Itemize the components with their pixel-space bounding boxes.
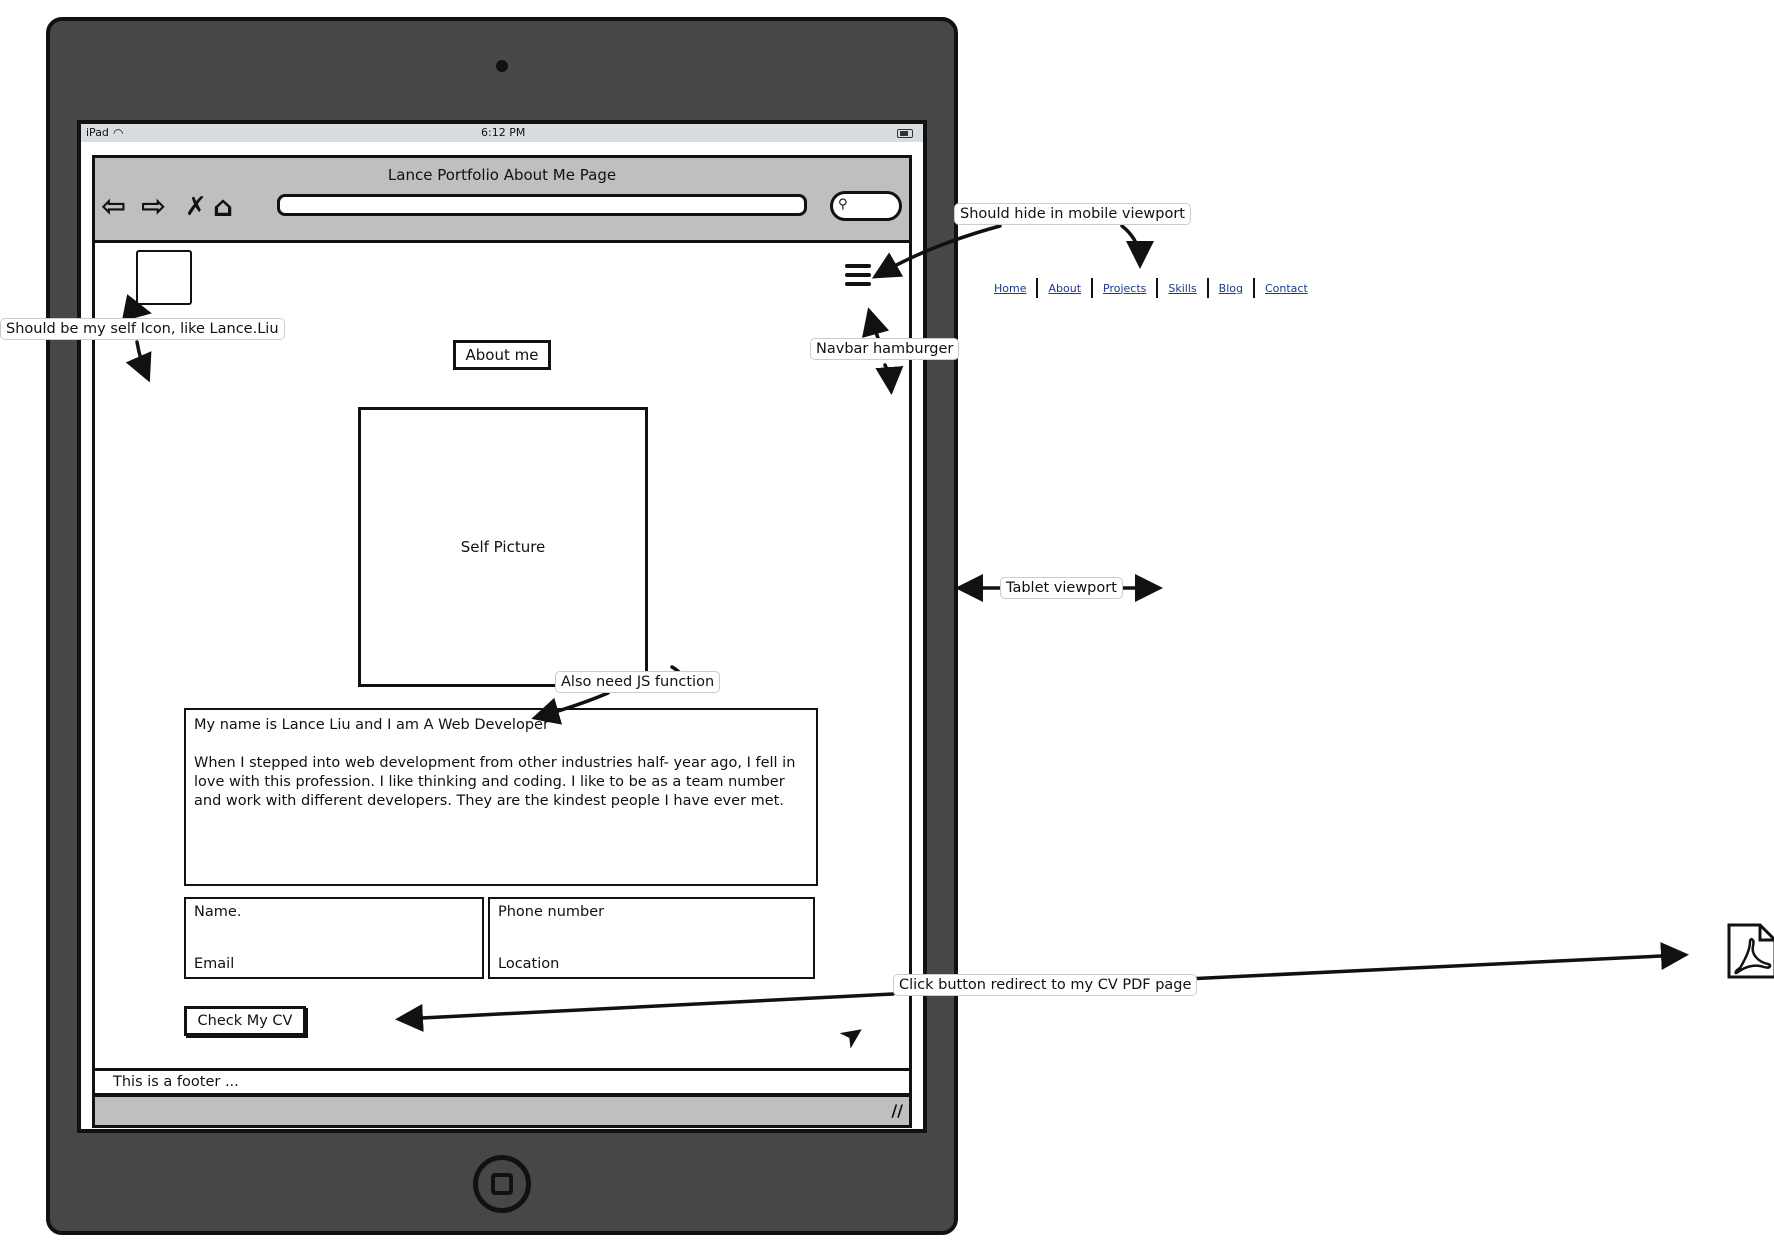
note-tablet-viewport: Tablet viewport [1000, 577, 1123, 599]
arrow-cv-pdf [1184, 942, 1689, 981]
annotation-arrows [121, 224, 1689, 1032]
arrow-self-icon-down [125, 340, 152, 383]
arrow-cv-button [395, 992, 895, 1032]
arrow-hamburger-down [875, 363, 904, 395]
arrow-hamburger-up [862, 307, 890, 340]
note-js-function: Also need JS function [555, 671, 721, 693]
arrow-js-function [531, 691, 610, 725]
note-hamburger: Navbar hamburger [810, 338, 960, 360]
note-self-icon: Should be my self Icon, like Lance.Liu [0, 318, 285, 340]
note-hide-mobile: Should hide in mobile viewport [954, 203, 1191, 225]
arrow-hide-mobile-right [1120, 224, 1154, 269]
arrow-self-icon-up [121, 294, 152, 322]
note-cv-redirect: Click button redirect to my CV PDF page [893, 974, 1198, 996]
arrow-hide-mobile-left [871, 224, 1002, 279]
